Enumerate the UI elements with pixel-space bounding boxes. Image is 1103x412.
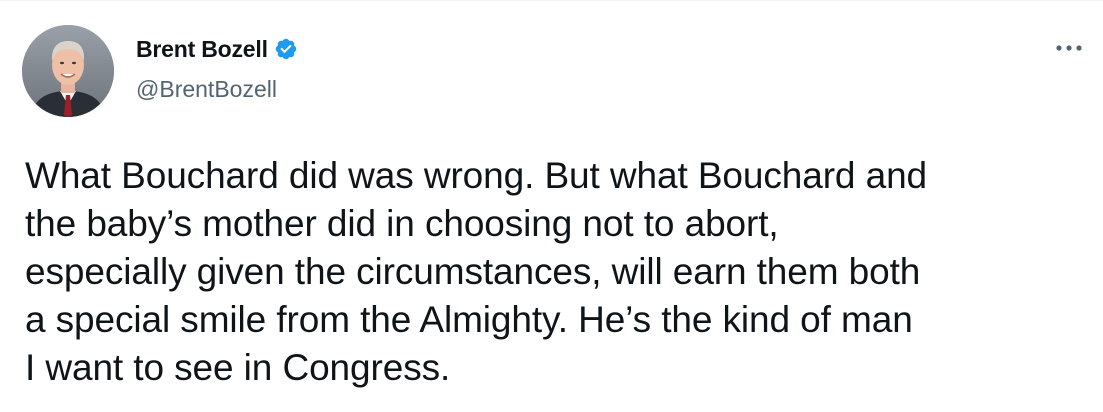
author-display-name[interactable]: Brent Bozell: [136, 34, 268, 64]
profile-photo-icon: [22, 25, 114, 117]
ellipsis-icon: [1056, 45, 1082, 51]
author-handle[interactable]: @BrentBozell: [136, 74, 277, 104]
verified-badge-icon: [274, 37, 298, 61]
more-options-button[interactable]: [1049, 36, 1089, 60]
top-divider: [0, 0, 1103, 1]
author-name-row: Brent Bozell: [136, 34, 298, 64]
tweet-text: What Bouchard did was wrong. But what Bo…: [25, 155, 928, 388]
avatar[interactable]: [22, 25, 114, 117]
